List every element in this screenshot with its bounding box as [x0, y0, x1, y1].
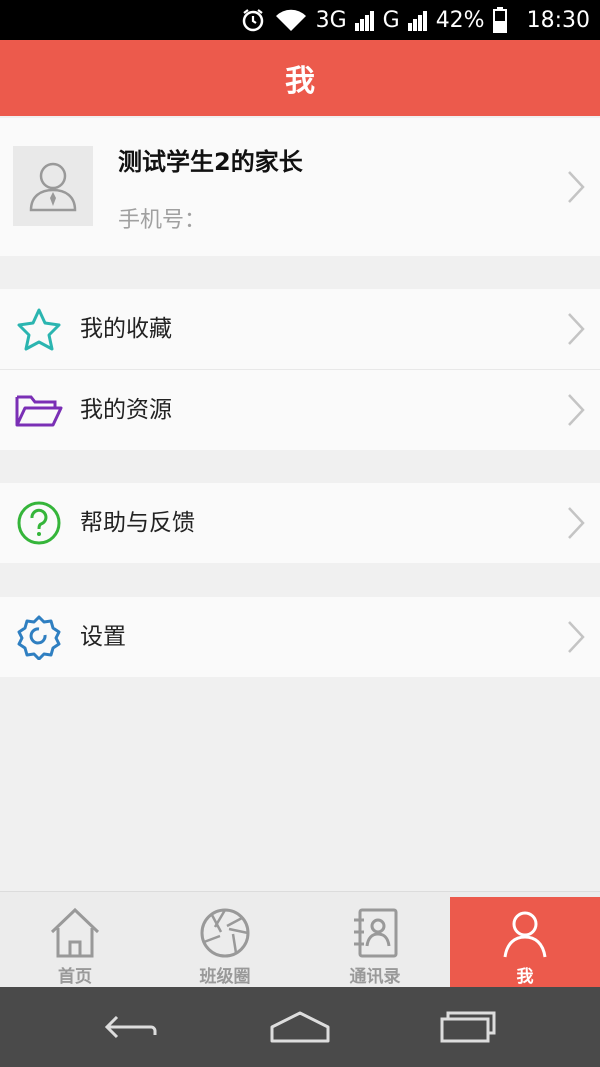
status-bar: 3G G 42% 18:30: [0, 0, 600, 40]
tab-home[interactable]: 首页: [0, 892, 150, 988]
star-icon: [17, 308, 61, 351]
recent-apps-icon[interactable]: [438, 1009, 498, 1045]
menu-group-help: 帮助与反馈: [0, 483, 600, 563]
network-type-2: G: [382, 7, 400, 33]
wifi-icon: [274, 7, 308, 33]
menu-item-label: 帮助与反馈: [80, 510, 195, 536]
battery-percent: 42%: [435, 7, 485, 33]
profile-name: 测试学生2的家长: [118, 148, 303, 176]
battery-icon: [492, 7, 507, 33]
chevron-right-icon: [568, 621, 585, 653]
signal-icon: [354, 9, 375, 31]
contacts-icon: [354, 908, 398, 958]
tab-label: 首页: [58, 967, 92, 987]
chevron-right-icon: [568, 394, 585, 426]
avatar-placeholder-icon: [29, 162, 77, 212]
person-icon: [503, 911, 547, 958]
home-icon: [50, 907, 100, 958]
menu-item-help[interactable]: 帮助与反馈: [0, 483, 600, 563]
chevron-right-icon: [568, 507, 585, 539]
menu-item-label: 设置: [80, 624, 126, 650]
menu-item-favorites[interactable]: 我的收藏: [0, 289, 600, 369]
page-title-bar: 我: [0, 40, 600, 116]
network-type-1: 3G: [315, 7, 347, 33]
menu-item-settings[interactable]: 设置: [0, 597, 600, 677]
menu-group-settings: 设置: [0, 597, 600, 677]
tab-class-circle[interactable]: 班级圈: [150, 892, 300, 988]
status-icons: 3G G 42% 18:30: [240, 0, 590, 40]
signal-icon: [407, 9, 428, 31]
tab-me[interactable]: 我: [450, 897, 600, 988]
home-nav-icon[interactable]: [270, 1009, 330, 1045]
menu-group-collections: 我的收藏 我的资源: [0, 289, 600, 450]
alarm-icon: [240, 7, 266, 33]
tab-label: 通讯录: [349, 967, 401, 987]
folder-icon: [15, 395, 63, 427]
chevron-right-icon: [568, 313, 585, 345]
tab-contacts[interactable]: 通讯录: [300, 892, 450, 988]
tab-label: 班级圈: [199, 967, 251, 987]
page-title: 我: [285, 64, 315, 99]
bottom-tab-bar: 首页 班级圈 通讯录 我: [0, 891, 600, 988]
clock: 18:30: [526, 7, 590, 33]
menu-item-label: 我的资源: [80, 397, 172, 423]
chevron-right-icon: [568, 171, 585, 203]
aperture-icon: [200, 908, 250, 958]
help-icon: [17, 501, 61, 545]
profile-card[interactable]: 测试学生2的家长 手机号：: [0, 118, 600, 256]
avatar[interactable]: [13, 146, 93, 226]
back-icon[interactable]: [103, 1009, 163, 1045]
tab-label: 我: [516, 967, 534, 987]
system-navigation-bar: [0, 987, 600, 1067]
gear-icon: [17, 615, 61, 660]
menu-item-label: 我的收藏: [80, 316, 172, 342]
profile-phone-label: 手机号：: [118, 208, 207, 233]
menu-item-resources[interactable]: 我的资源: [0, 369, 600, 450]
